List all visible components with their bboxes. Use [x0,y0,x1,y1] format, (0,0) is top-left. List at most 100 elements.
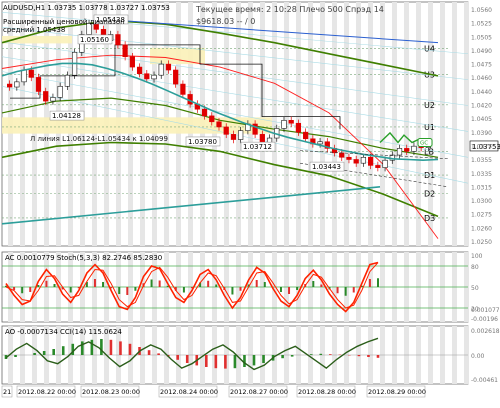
level-label: D2 [424,190,435,199]
x-axis-label: 21 [3,388,11,396]
ac-bar [377,278,379,287]
current-time: Текущее время: 2 10:28 Плечо 500 Спрэд 1… [195,5,384,14]
candle-body [6,83,13,88]
axis-tick-label: 1.0475 [471,62,492,69]
candle-body [375,165,381,168]
candle-body [122,44,128,58]
ac-bar [102,282,105,287]
x-axis-label: 2012.08.22 00:00 [18,388,76,396]
price-label: 1.03780 [188,138,217,146]
ao-bar [147,350,151,355]
ao-bar [329,354,332,355]
x-axis-label: 2012.08.27 00:00 [230,388,288,396]
ao-bar [42,351,46,355]
ao-bar [176,355,179,360]
axis-tick-label: 1.0355 [471,157,492,164]
candle-body [339,152,345,158]
session-stripe [320,2,325,246]
ac-bar [37,285,40,287]
ac-bar [344,287,347,296]
ac-bar [320,284,323,287]
axis-tick-label: 1.0390 [471,130,492,137]
ao-bar [376,355,380,358]
candle-body [173,69,179,85]
axis-tick-label: 1.0275 [471,212,492,219]
axis-tick-label: 1.0560 [471,7,492,14]
price-chart-canvas: U4U3U2U1LBD1D2D31.054381.051601.041281.0… [0,0,500,408]
ac-bar [158,280,161,287]
ac-bar [352,287,355,293]
candle-body [115,34,121,46]
candle-body [201,108,208,117]
session-stripe [440,2,445,246]
ac-bar [118,287,121,294]
ac-bar [13,287,16,290]
candle-body [368,156,374,166]
ao-bar [61,346,65,355]
ao-bar [243,355,246,367]
candle-body [21,69,27,83]
ac-bar [29,287,32,292]
ao-cci-title: AO -0.0007134 CCI(14) 115.0624 [5,328,122,336]
candle-body [288,120,294,124]
ao-bar [367,355,370,357]
ao-bar [157,353,160,355]
ac-bar [296,287,299,290]
candle-body [50,97,56,102]
candle-body [404,148,410,152]
ao-bar [309,354,313,355]
ac-bar [263,282,266,287]
ao-bar [109,339,113,355]
ac-bar [215,284,218,287]
ao-bar [319,353,323,355]
axis-tick-label: 80 [471,264,479,271]
ac-bar [134,287,137,291]
candle-body [129,56,135,68]
axis-tick-label: 1.0375 [471,143,492,150]
axis-tick-label: 1.0250 [471,239,492,246]
range-band [2,117,272,134]
trendline-label: Л линия L1.06124-L1.05434 к 1.04099 [30,135,168,143]
account-balance: $9618.03 -- / 0 [196,17,255,26]
candle-body [317,141,323,145]
ac-bar [255,280,258,287]
price-label: 1.04128 [52,112,81,120]
ao-bar [52,349,55,355]
candle-body [151,74,157,80]
gc-label: GC [420,140,428,146]
ac-bar [93,279,96,287]
range-label: Расширенный ценовой диапазон [3,18,125,26]
ao-bar [262,355,265,363]
candle-body [230,134,237,140]
ao-bar [233,355,237,369]
candle-body [223,126,229,135]
candle-body [35,77,42,92]
ac-bar [207,280,210,287]
candle-body [43,91,49,102]
candle-body [266,137,273,143]
ao-bar [290,355,294,357]
candle-body [165,63,172,71]
axis-tick-label: 1.0525 [471,21,492,28]
ac-bar [239,287,242,291]
session-stripe [392,2,397,246]
candle-body [238,130,244,140]
axis-tick-label: -0.00196 [471,316,498,323]
price-label: 1.03712 [243,143,272,151]
ac-bar [312,281,315,287]
candle-body [259,134,265,143]
candle-body [14,81,20,88]
session-stripe [368,2,373,246]
axis-tick-label: 0.0026183 [471,328,500,335]
ac-stoch-title: AC 0.0010779 Stoch(5,3,3) 82.2746 85.283… [5,254,162,262]
session-stripe [452,2,457,246]
x-axis-label: 2012.08.23 00:00 [82,388,140,396]
ac-bar [288,287,291,294]
ao-bar [214,355,218,369]
ao-bar [81,341,84,355]
trading-terminal-window: U4 U3 U2 U1 LB D1 D2 D3 1.05438 1.05160 1.04128 1.0… [0,0,500,408]
ao-bar [119,341,122,355]
level-label: U4 [424,45,435,54]
axis-tick-label: 1.0440 [471,89,492,96]
range-band [150,47,205,65]
